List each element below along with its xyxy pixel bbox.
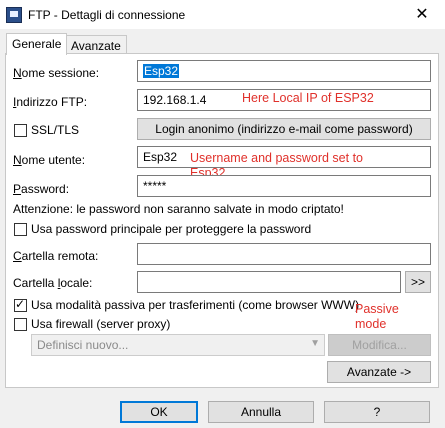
- ssl-label: SSL/TLS: [31, 123, 80, 137]
- tab-avanzate[interactable]: Avanzate: [65, 35, 127, 54]
- browse-local-button[interactable]: >>: [405, 271, 431, 293]
- anonymous-login-button[interactable]: Login anonimo (indirizzo e-mail come pas…: [137, 118, 431, 140]
- chevron-down-icon: ▼: [310, 338, 320, 349]
- remote-folder-label: Cartella remota:: [13, 249, 99, 263]
- proxy-select: Definisci nuovo... ▼: [31, 334, 325, 356]
- session-name-input[interactable]: Esp32: [137, 60, 431, 82]
- passive-mode-label: Usa modalità passiva per trasferimenti (…: [31, 298, 360, 312]
- password-input[interactable]: *****: [137, 175, 431, 197]
- password-warning: Attenzione: le password non saranno salv…: [13, 202, 344, 216]
- firewall-label: Usa firewall (server proxy): [31, 317, 171, 331]
- title-bar: FTP - Dettagli di connessione ✕: [0, 0, 445, 30]
- window-title: FTP - Dettagli di connessione: [28, 8, 186, 22]
- cancel-button[interactable]: Annulla: [208, 401, 314, 423]
- modify-proxy-button: Modifica...: [328, 334, 431, 356]
- ok-button[interactable]: OK: [120, 401, 198, 423]
- local-folder-label: Cartella locale:: [13, 276, 93, 290]
- master-password-label: Usa password principale per proteggere l…: [31, 222, 312, 236]
- session-name-label: Nome sessione:: [13, 66, 100, 80]
- annotation-passive: Passive mode: [355, 302, 399, 331]
- tab-generale[interactable]: Generale: [6, 33, 68, 55]
- annotation-local-ip: Here Local IP of ESP32: [242, 91, 374, 105]
- app-icon: [6, 7, 22, 23]
- ftp-address-label: Indirizzo FTP:: [13, 95, 88, 109]
- username-label: Nome utente:: [13, 153, 86, 167]
- close-icon[interactable]: ✕: [399, 0, 445, 30]
- local-folder-input[interactable]: [137, 271, 401, 293]
- help-button[interactable]: ?: [324, 401, 430, 423]
- ssl-checkbox[interactable]: [14, 124, 27, 137]
- password-label: Password:: [13, 182, 70, 196]
- passive-mode-checkbox[interactable]: [14, 297, 27, 312]
- remote-folder-input[interactable]: [137, 243, 431, 265]
- master-password-checkbox[interactable]: [14, 223, 27, 236]
- advanced-button[interactable]: Avanzate ->: [327, 361, 431, 383]
- firewall-checkbox[interactable]: [14, 318, 27, 331]
